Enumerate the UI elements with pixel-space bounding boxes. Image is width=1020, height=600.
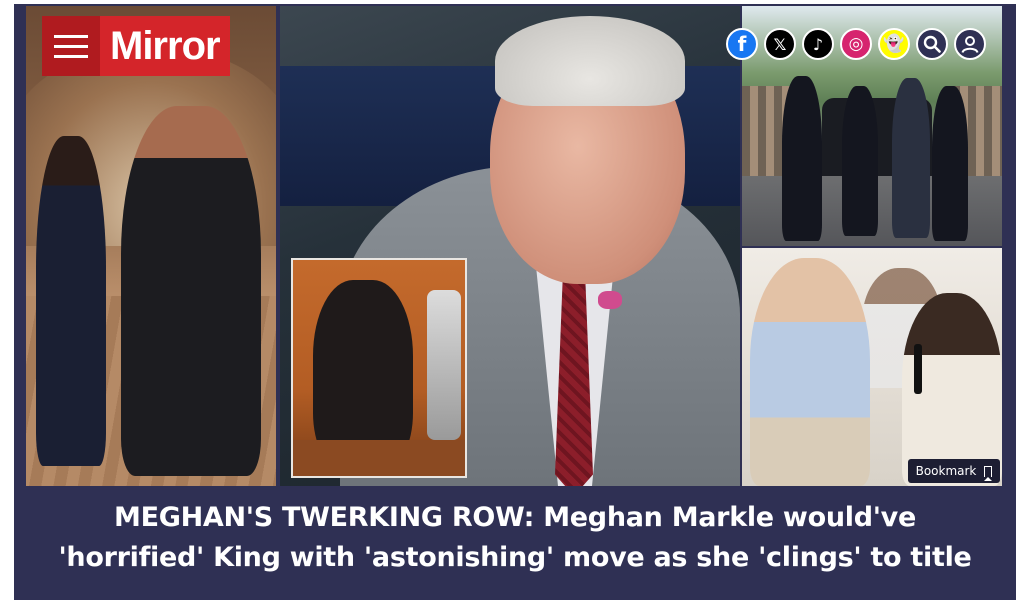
figure-4 xyxy=(932,86,968,241)
white-hair xyxy=(495,16,685,106)
photo-seated-couple[interactable] xyxy=(742,248,1002,486)
search-icon[interactable] xyxy=(916,28,948,60)
logo-text[interactable]: Mirror xyxy=(100,16,230,76)
man-figure xyxy=(121,106,261,476)
lapel-flower xyxy=(598,291,622,309)
bookmark-icon xyxy=(983,465,993,481)
snapchat-icon[interactable]: 👻 xyxy=(878,28,910,60)
appliance xyxy=(427,290,461,440)
figure-1 xyxy=(782,76,822,241)
headline-line-2: 'horrified' King with 'astonishing' move… xyxy=(58,542,972,573)
instagram-icon[interactable]: ◎ xyxy=(840,28,872,60)
user-icon[interactable] xyxy=(954,28,986,60)
inset-photo-kitchen[interactable] xyxy=(291,258,467,478)
microphone xyxy=(914,344,922,394)
facebook-icon[interactable]: f xyxy=(726,28,758,60)
article-headline[interactable]: MEGHAN'S TWERKING ROW: Meghan Markle wou… xyxy=(14,498,1016,578)
photo-couple-walking[interactable] xyxy=(26,6,276,486)
menu-icon[interactable] xyxy=(42,16,100,76)
bookmark-button[interactable]: Bookmark xyxy=(908,459,1000,483)
headline-line-1: MEGHAN'S TWERKING ROW: Meghan Markle wou… xyxy=(114,502,916,533)
bookmark-label: Bookmark xyxy=(915,464,977,478)
man-seated xyxy=(750,258,870,486)
tiktok-icon[interactable]: ♪ xyxy=(802,28,834,60)
mirror-logo[interactable]: Mirror xyxy=(42,16,230,76)
x-icon[interactable]: 𝕏 xyxy=(764,28,796,60)
counter xyxy=(293,440,465,476)
woman-figure xyxy=(36,136,106,466)
social-icons: f 𝕏 ♪ ◎ 👻 xyxy=(726,28,986,60)
figure-2 xyxy=(842,86,878,236)
figure-3 xyxy=(892,78,930,238)
